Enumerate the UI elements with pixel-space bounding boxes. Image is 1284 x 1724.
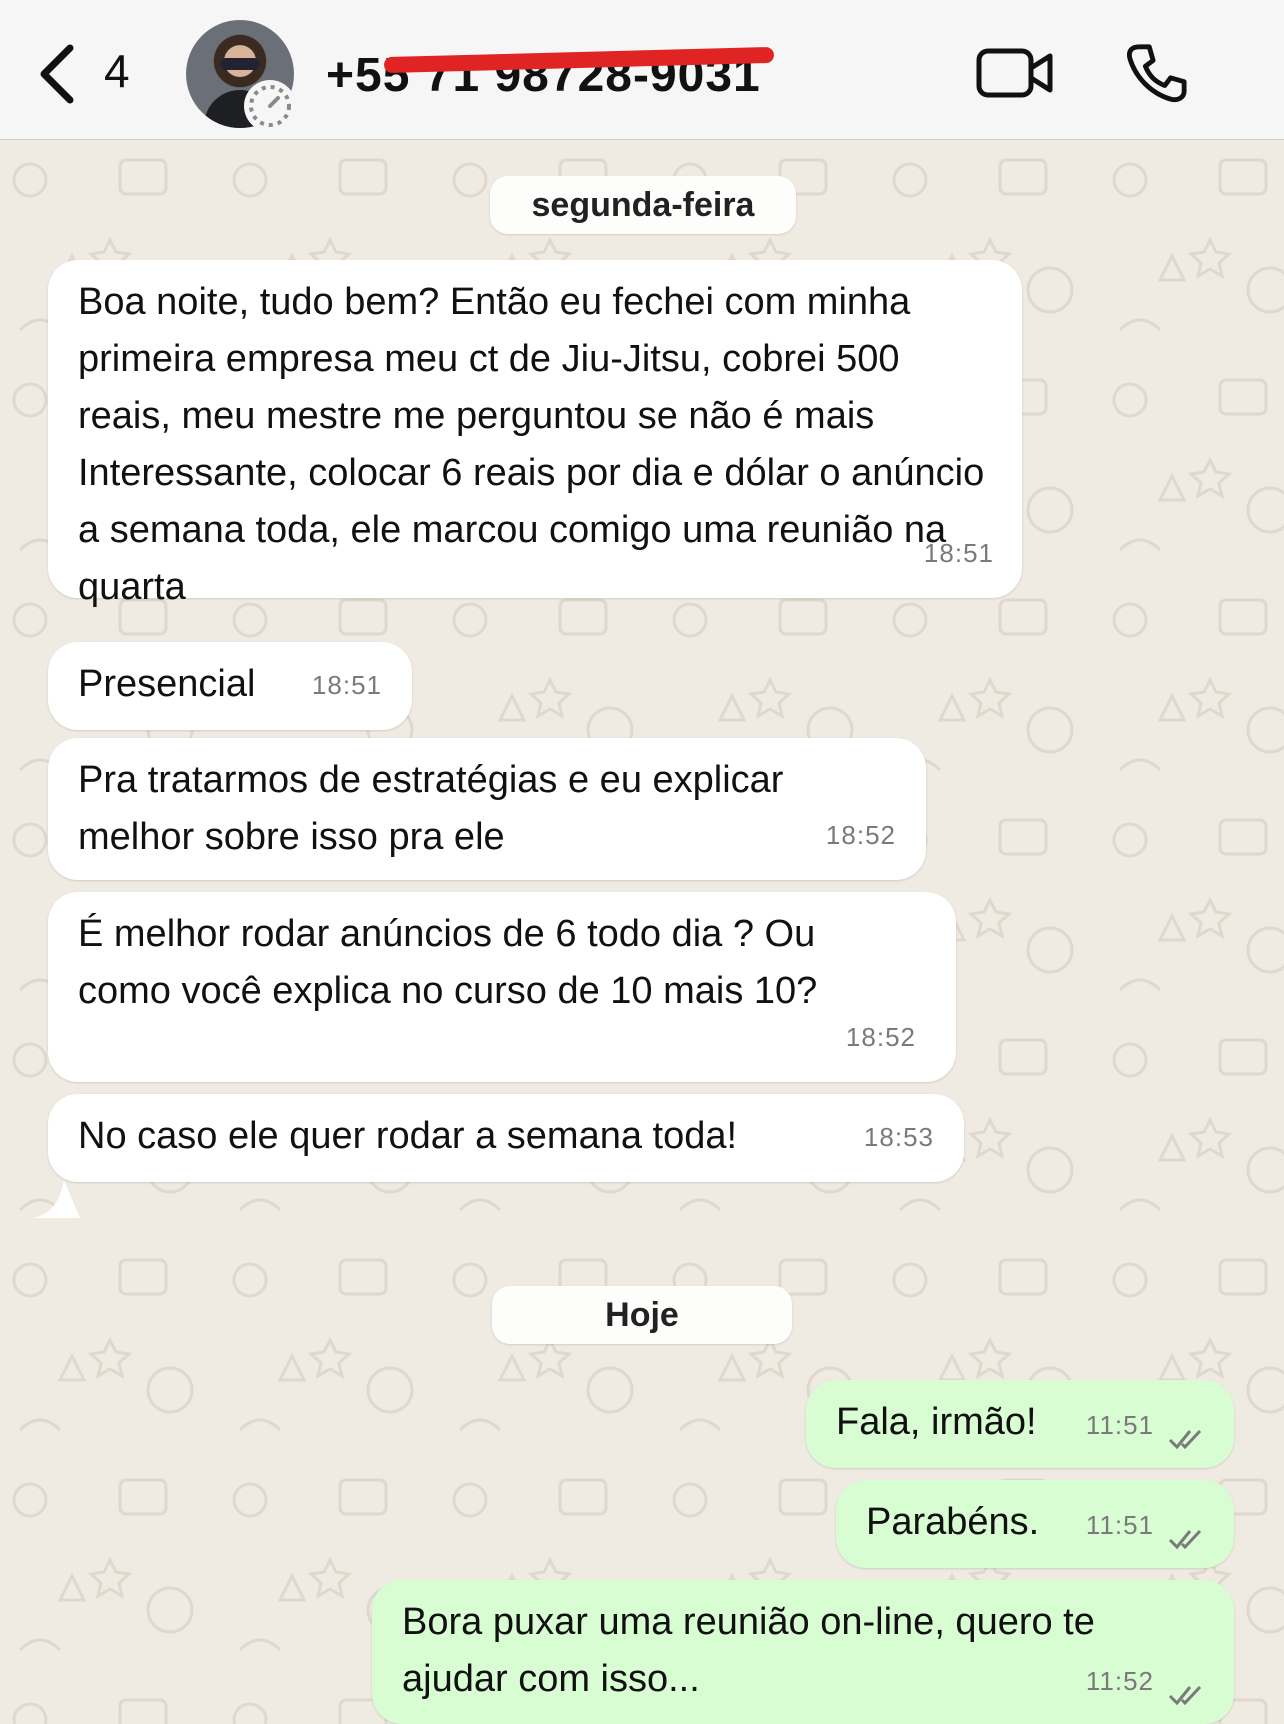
double-check-icon	[1168, 1429, 1202, 1450]
message-bubble-incoming[interactable]: No caso ele quer rodar a semana toda! 18…	[48, 1094, 964, 1182]
message-text: Boa noite, tudo bem? Então eu fechei com…	[78, 281, 985, 608]
unread-count[interactable]: 4	[104, 44, 130, 98]
avatar-glasses	[220, 58, 260, 70]
message-time: 18:52	[825, 820, 896, 850]
message-bubble-outgoing[interactable]: Bora puxar uma reunião on-line, quero te…	[372, 1580, 1234, 1724]
message-time: 18:51	[311, 670, 382, 700]
message-bubble-incoming[interactable]: É melhor rodar anúncios de 6 todo dia ? …	[48, 892, 956, 1082]
message-bubble-incoming[interactable]: Boa noite, tudo bem? Então eu fechei com…	[48, 260, 1022, 608]
message-text: No caso ele quer rodar a semana toda!	[78, 1115, 738, 1157]
chat-area[interactable]: segunda-feira Boa noite, tudo bem? Então…	[0, 140, 1284, 1724]
message-time: 18:51	[923, 538, 994, 568]
message-text: Pra tratarmos de estratégias e eu explic…	[78, 759, 784, 858]
message-bubble-incoming[interactable]: Pra tratarmos de estratégias e eu explic…	[48, 738, 926, 880]
message-bubble-outgoing[interactable]: Fala, irmão! 11:51	[806, 1380, 1234, 1468]
phone-icon[interactable]	[1126, 40, 1188, 104]
double-check-icon	[1168, 1529, 1202, 1550]
chevron-left-icon[interactable]	[38, 44, 78, 104]
status-ring-icon[interactable]	[244, 80, 296, 132]
message-time: 11:52	[1085, 1666, 1154, 1696]
message-bubble-incoming[interactable]: Presencial 18:51	[48, 642, 412, 730]
message-time: 18:53	[863, 1122, 934, 1152]
double-check-icon	[1168, 1685, 1202, 1706]
date-separator: segunda-feira	[490, 176, 796, 234]
message-text: É melhor rodar anúncios de 6 todo dia ? …	[78, 913, 818, 1012]
message-time: 11:51	[1085, 1410, 1154, 1440]
message-bubble-outgoing[interactable]: Parabéns. 11:51	[836, 1480, 1234, 1568]
message-time: 11:51	[1085, 1510, 1154, 1540]
message-text: Bora puxar uma reunião on-line, quero te…	[402, 1601, 1095, 1700]
date-separator: Hoje	[492, 1286, 792, 1344]
message-time: 18:52	[845, 1022, 916, 1052]
chat-header: 4 +55 71 98728-9031	[0, 0, 1284, 140]
video-camera-icon[interactable]	[976, 46, 1054, 100]
